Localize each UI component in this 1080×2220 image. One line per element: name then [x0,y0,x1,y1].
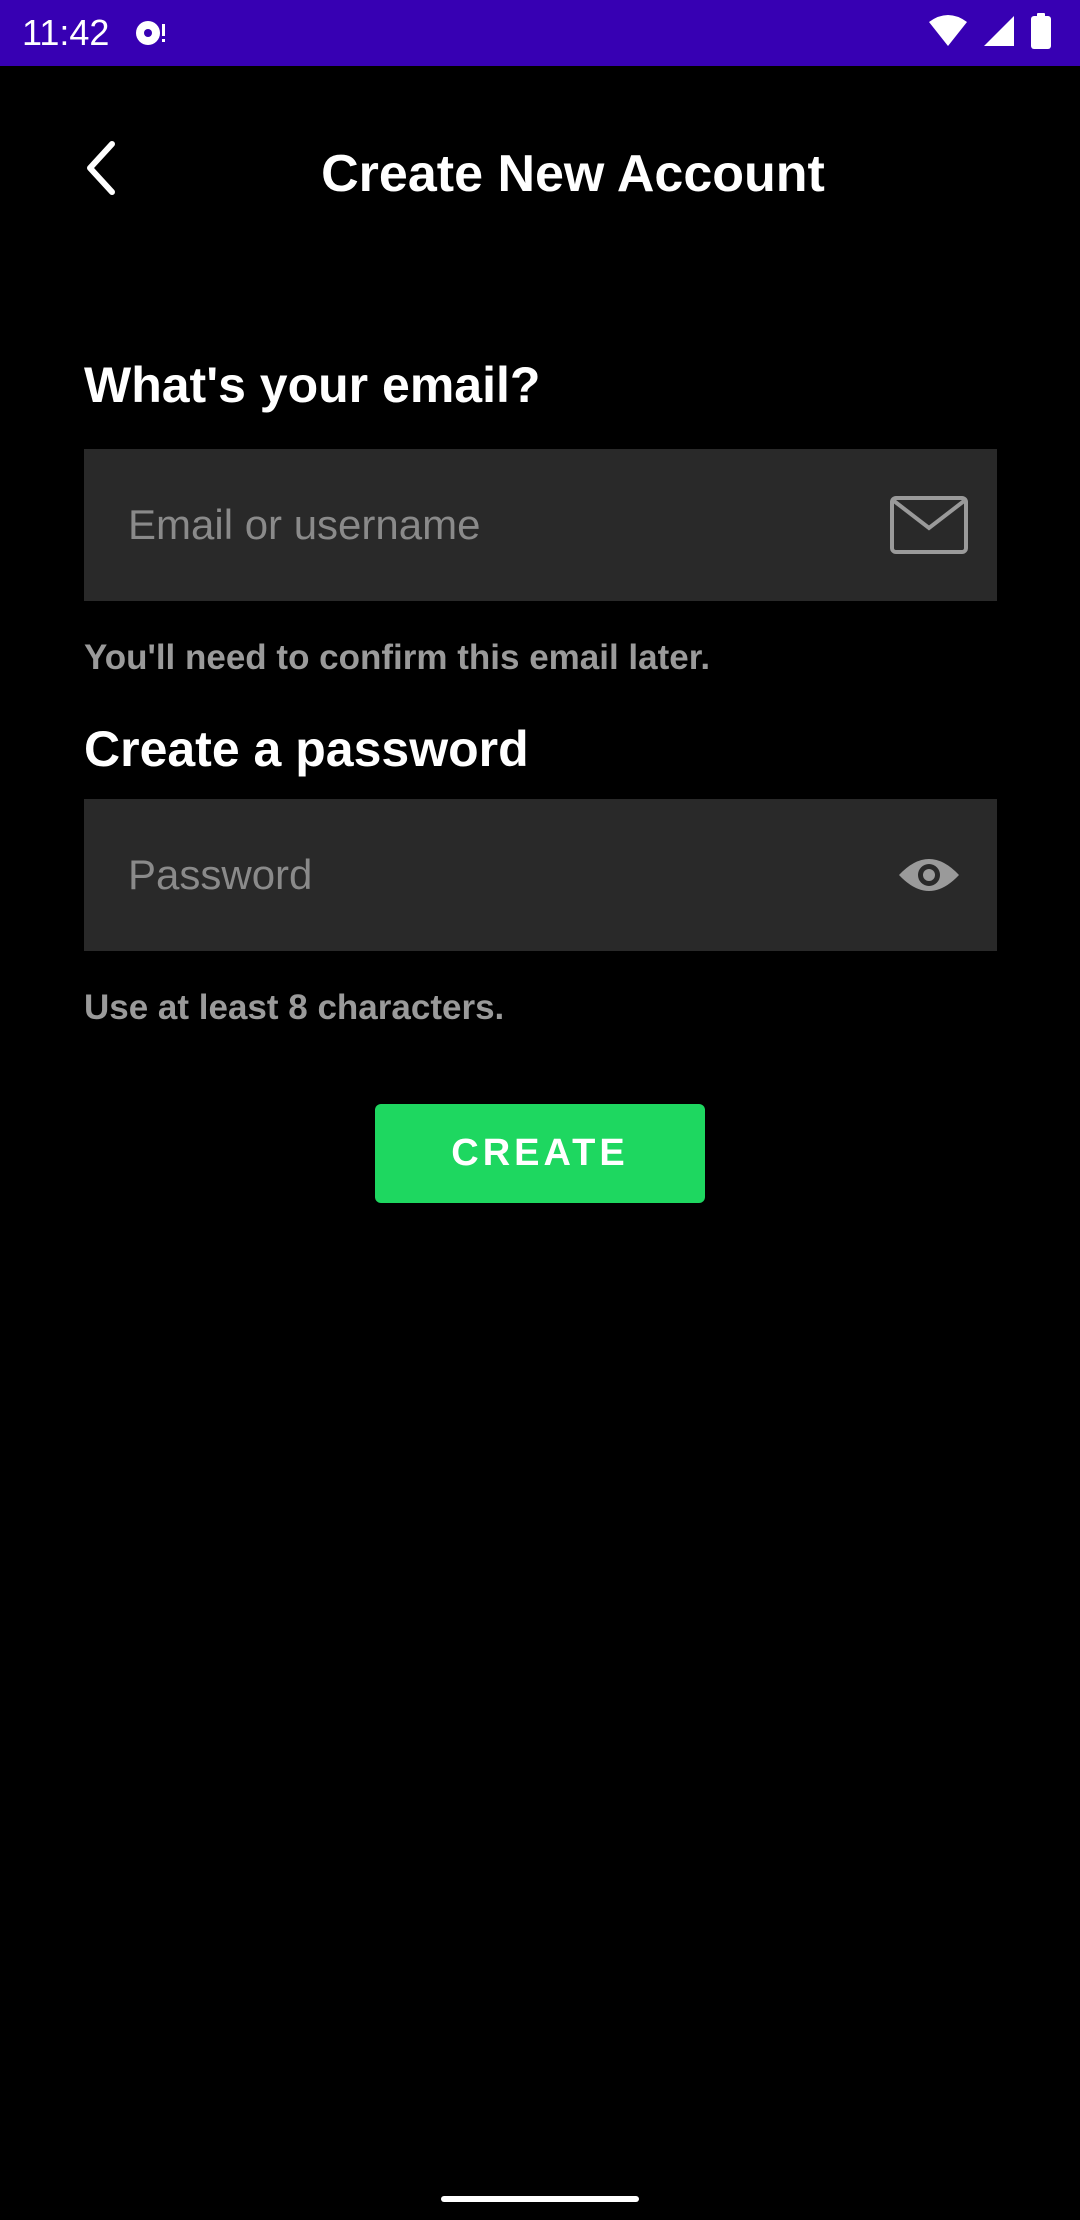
status-icons [928,12,1052,54]
eye-icon[interactable] [887,840,971,910]
media-notification-icon [134,18,174,48]
mail-icon [887,490,971,560]
status-time: 11:42 [22,12,110,53]
password-field-container [84,799,997,951]
page-title: Create New Account [321,145,825,203]
create-button[interactable]: CREATE [375,1104,705,1203]
email-hint: You'll need to confirm this email later. [84,638,711,677]
battery-icon [1030,12,1052,54]
wifi-icon [928,14,968,53]
cell-signal-icon [982,14,1016,53]
password-field[interactable] [128,799,887,951]
status-bar: 11:42 [0,0,1080,66]
email-section-label: What's your email? [84,357,541,413]
create-account-screen: 11:42 Create New Account What's your ema… [0,0,1080,2220]
email-field[interactable] [128,449,887,601]
gesture-nav-handle[interactable] [441,2196,639,2202]
email-field-container [84,449,997,601]
password-hint: Use at least 8 characters. [84,988,505,1027]
password-section-label: Create a password [84,721,529,777]
